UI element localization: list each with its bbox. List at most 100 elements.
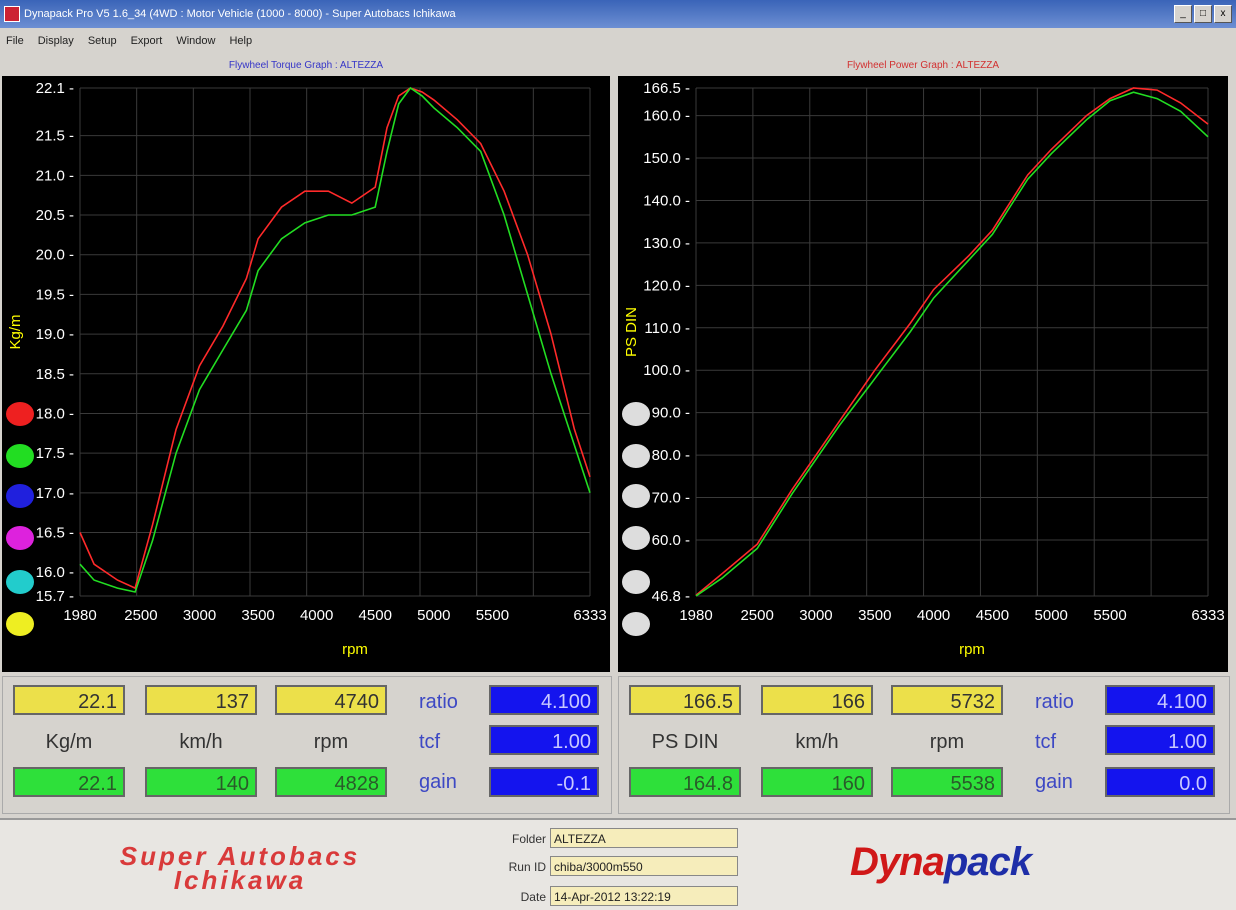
minimize-button[interactable]: _ bbox=[1174, 5, 1192, 23]
current-torque-rpm: 4828 bbox=[275, 767, 387, 797]
tcf-label: tcf bbox=[419, 731, 441, 753]
y-tick-label: 16.0 - bbox=[36, 564, 74, 581]
gain-label: gain bbox=[1035, 771, 1073, 793]
y-tick-label: 150.0 - bbox=[643, 150, 690, 167]
y-tick-label: 22.1 - bbox=[36, 80, 74, 97]
x-tick-label: 1980 bbox=[679, 607, 712, 624]
power-graph-title: Flywheel Power Graph : ALTEZZA bbox=[618, 56, 1228, 76]
menu-window[interactable]: Window bbox=[176, 35, 215, 47]
series-line-run-1 bbox=[695, 87, 1209, 596]
power-unit-label: PS DIN bbox=[651, 731, 719, 753]
folder-label: Folder bbox=[511, 832, 546, 846]
run-5-color-button[interactable] bbox=[622, 570, 650, 594]
ratio-label: ratio bbox=[419, 691, 458, 713]
series-line-run-1 bbox=[79, 87, 591, 590]
max-torque-speed: 137 bbox=[145, 685, 257, 715]
max-power-rpm: 5732 bbox=[891, 685, 1003, 715]
tcf-field[interactable]: 1.00 bbox=[489, 725, 599, 755]
y-tick-label: 18.0 - bbox=[36, 405, 74, 422]
run-5-color-button[interactable] bbox=[6, 570, 34, 594]
tcf-label: tcf bbox=[1035, 731, 1057, 753]
menu-export[interactable]: Export bbox=[131, 35, 163, 47]
menu-display[interactable]: Display bbox=[38, 35, 74, 47]
date-field[interactable]: 14-Apr-2012 13:22:19 bbox=[550, 886, 738, 906]
y-tick-label: 15.7 - bbox=[36, 588, 74, 605]
y-tick-label: 46.8 - bbox=[652, 588, 690, 605]
x-tick-label: 2500 bbox=[124, 607, 157, 624]
current-torque-value: 22.1 bbox=[13, 767, 125, 797]
maximize-button[interactable]: □ bbox=[1194, 5, 1212, 23]
x-tick-label: 3000 bbox=[183, 607, 216, 624]
run-6-color-button[interactable] bbox=[622, 612, 650, 636]
y-tick-label: 18.5 - bbox=[36, 366, 74, 383]
menu-file[interactable]: File bbox=[6, 35, 24, 47]
gain-field[interactable]: -0.1 bbox=[489, 767, 599, 797]
run-id-label: Run ID bbox=[508, 860, 546, 874]
folder-field[interactable]: ALTEZZA bbox=[550, 828, 738, 848]
x-tick-label: 4500 bbox=[359, 607, 392, 624]
max-power-value: 166.5 bbox=[629, 685, 741, 715]
run-4-color-button[interactable] bbox=[6, 526, 34, 550]
speed-unit-label: km/h bbox=[179, 731, 223, 753]
x-tick-label: 5000 bbox=[417, 607, 450, 624]
y-tick-label: 17.0 - bbox=[36, 485, 74, 502]
run-3-color-button[interactable] bbox=[6, 484, 34, 508]
logo-part-a: Dyna bbox=[850, 840, 945, 884]
y-tick-label: 21.0 - bbox=[36, 167, 74, 184]
run-2-color-button[interactable] bbox=[622, 444, 650, 468]
gain-label: gain bbox=[419, 771, 457, 793]
y-tick-label: 140.0 - bbox=[643, 192, 690, 209]
tcf-field[interactable]: 1.00 bbox=[1105, 725, 1215, 755]
run-1-color-button[interactable] bbox=[622, 402, 650, 426]
logo-part-b: pack bbox=[943, 840, 1032, 884]
x-axis-label: rpm bbox=[959, 641, 985, 658]
y-tick-label: 20.5 - bbox=[36, 207, 74, 224]
ratio-field[interactable]: 4.100 bbox=[1105, 685, 1215, 715]
run-3-color-button[interactable] bbox=[622, 484, 650, 508]
torque-graph-panel: Flywheel Torque Graph : ALTEZZA 22.1 - 21… bbox=[2, 56, 610, 672]
rpm-unit-label: rpm bbox=[313, 731, 349, 753]
power-graph: 166.5 - 160.0 - 150.0 - 140.0 - 130.0 - 120.0… bbox=[623, 80, 1225, 658]
x-tick-label: 4000 bbox=[917, 607, 950, 624]
torque-graph: 22.1 - 21.5 - 21.0 - 20.5 - 20.0 - 19.5 - 19.0… bbox=[7, 80, 607, 658]
y-tick-label: 21.5 - bbox=[36, 128, 74, 145]
current-power-rpm: 5538 bbox=[891, 767, 1003, 797]
x-tick-label: 3000 bbox=[799, 607, 832, 624]
shop-brand: Super Autobacs Ichikawa bbox=[40, 843, 440, 893]
run-2-color-button[interactable] bbox=[6, 444, 34, 468]
title-bar: Dynapack Pro V5 1.6_34 (4WD : Motor Vehi… bbox=[0, 0, 1236, 28]
x-tick-label: 5000 bbox=[1035, 607, 1068, 624]
series-line-run-2 bbox=[79, 86, 591, 593]
x-tick-label: 4000 bbox=[300, 607, 333, 624]
x-tick-label: 4500 bbox=[976, 607, 1009, 624]
y-tick-label: 20.0 - bbox=[36, 247, 74, 264]
run-id-field[interactable]: chiba/3000m550 bbox=[550, 856, 738, 876]
y-tick-label: 130.0 - bbox=[643, 235, 690, 252]
y-axis-label: PS DIN bbox=[623, 307, 640, 357]
y-tick-label: 160.0 - bbox=[643, 108, 690, 125]
app-icon bbox=[4, 6, 20, 22]
max-power-speed: 166 bbox=[761, 685, 873, 715]
x-axis-label: rpm bbox=[342, 641, 368, 658]
menu-setup[interactable]: Setup bbox=[88, 35, 117, 47]
x-tick-label: 1980 bbox=[63, 607, 96, 624]
torque-readouts: 22.1 137 4740 Kg/m km/h rpm 22.1 140 482… bbox=[2, 676, 612, 814]
y-tick-label: 120.0 - bbox=[643, 277, 690, 294]
y-tick-label: 90.0 - bbox=[652, 405, 690, 422]
gain-field[interactable]: 0.0 bbox=[1105, 767, 1215, 797]
ratio-field[interactable]: 4.100 bbox=[489, 685, 599, 715]
y-tick-label: 110.0 - bbox=[644, 320, 690, 337]
run-1-color-button[interactable] bbox=[6, 402, 34, 426]
y-tick-label: 17.5 - bbox=[36, 445, 74, 462]
run-6-color-button[interactable] bbox=[6, 612, 34, 636]
run-4-color-button[interactable] bbox=[622, 526, 650, 550]
x-tick-label: 2500 bbox=[740, 607, 773, 624]
menu-help[interactable]: Help bbox=[229, 35, 252, 47]
y-tick-label: 60.0 - bbox=[652, 532, 690, 549]
dynapack-logo: Dynapack bbox=[850, 840, 1032, 885]
torque-unit-label: Kg/m bbox=[45, 731, 93, 753]
close-button[interactable]: x bbox=[1214, 5, 1232, 23]
footer: Super Autobacs Ichikawa Folder ALTEZZA R… bbox=[0, 818, 1236, 910]
x-tick-label: 5500 bbox=[476, 607, 509, 624]
window-controls: _ □ x bbox=[1174, 5, 1232, 23]
